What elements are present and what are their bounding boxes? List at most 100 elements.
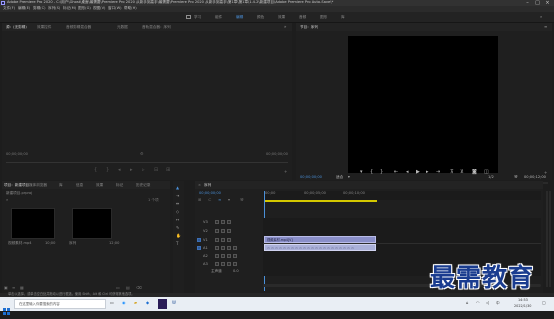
toggle-sync-lock-icon[interactable] (215, 254, 219, 258)
windows-start-icon[interactable] (3, 300, 10, 315)
workspace-effects[interactable]: 效果 (278, 15, 285, 20)
tab-metadata[interactable]: 元数据 (117, 25, 128, 30)
track-select-tool-icon[interactable]: ⇥ (176, 194, 179, 198)
workspace-color[interactable]: 颜色 (257, 15, 264, 20)
menu-clip[interactable]: 剪辑(C) (33, 7, 46, 11)
tab-sequence[interactable]: 序列 (204, 183, 211, 188)
program-timecode[interactable]: 00;00;00;00 (300, 175, 322, 180)
solo-icon[interactable] (227, 254, 231, 258)
video-clip[interactable]: 视频素材.mp4[V] (264, 236, 376, 243)
eye-icon[interactable] (227, 238, 231, 242)
volume-icon[interactable]: ◁ (486, 301, 489, 305)
source-patch-v1[interactable] (197, 238, 201, 242)
program-resolution-select[interactable]: 1/2 (488, 175, 494, 180)
tab-program[interactable]: 节目：序列 (300, 25, 318, 30)
search-icon[interactable]: ⌕ (540, 15, 542, 19)
add-marker-icon[interactable]: ▾ (360, 170, 363, 175)
source-settings-icon[interactable]: ⚙ (140, 152, 144, 156)
icon-view-icon[interactable]: ▦ (20, 286, 24, 290)
microphone-icon[interactable] (233, 254, 237, 258)
source-add-button-icon[interactable]: + (284, 170, 287, 174)
source-patch-a1[interactable] (197, 246, 201, 250)
master-track-value[interactable]: 0.0 (233, 269, 239, 274)
pen-tool-icon[interactable]: ✎ (176, 226, 179, 230)
network-icon[interactable]: ◠ (476, 301, 480, 305)
toggle-sync-lock-icon[interactable] (215, 246, 219, 250)
menu-markers[interactable]: 标记(M) (63, 7, 76, 11)
step-forward-icon[interactable]: ▹ (142, 168, 145, 173)
snap-icon[interactable]: ⊂ (208, 198, 211, 202)
toggle-sync-lock-icon[interactable] (215, 262, 219, 266)
tab-info[interactable]: 信息 (76, 183, 83, 188)
notification-icon[interactable]: ▢ (542, 301, 546, 305)
menu-edit[interactable]: 编辑(E) (18, 7, 30, 11)
taskbar-time[interactable]: 14:53 (518, 298, 528, 302)
word-icon[interactable]: W (172, 301, 176, 305)
export-frame-icon[interactable]: ◙ (472, 170, 477, 175)
task-view-icon[interactable]: ▭ (110, 301, 114, 305)
toggle-sync-lock-icon[interactable] (215, 220, 219, 224)
app-icon[interactable]: ◆ (146, 301, 149, 305)
home-icon[interactable] (186, 15, 191, 19)
project-item-thumbnail[interactable] (11, 208, 55, 239)
program-add-button-icon[interactable]: + (544, 171, 547, 175)
step-back-icon[interactable]: ◂ (118, 168, 121, 173)
toggle-output-icon[interactable] (221, 229, 225, 233)
insert-icon[interactable]: ⊟ (154, 168, 158, 173)
tab-markers[interactable]: 标记 (116, 183, 123, 188)
step-forward-program-icon[interactable]: ▸ (426, 170, 429, 175)
slip-tool-icon[interactable]: ↔ (176, 218, 179, 222)
program-menu-icon[interactable]: ≡ (544, 25, 547, 29)
taskbar-date[interactable]: 2022/1/30 (514, 304, 531, 308)
tab-history[interactable]: 历史记录 (136, 183, 150, 188)
razor-tool-icon[interactable]: ◇ (176, 210, 179, 214)
fit-chevron-icon[interactable]: ▾ (348, 175, 350, 180)
overwrite-icon[interactable]: ⊞ (166, 168, 170, 173)
solo-icon[interactable] (227, 246, 231, 250)
menu-help[interactable]: 帮助(H) (124, 7, 137, 11)
tab-source[interactable]: 源：(无剪辑) (6, 25, 27, 30)
go-to-in-icon[interactable]: ⇤ (394, 170, 398, 175)
search-project-icon[interactable]: ⌕ (6, 198, 8, 202)
panel-menu-icon[interactable]: » (284, 25, 286, 29)
step-back-program-icon[interactable]: ◂ (406, 170, 409, 175)
play-icon[interactable]: ▸ (130, 168, 133, 173)
type-tool-icon[interactable]: T (176, 242, 178, 246)
mute-icon[interactable] (221, 254, 225, 258)
workspace-graphics[interactable]: 图形 (320, 15, 327, 20)
timeline-timecode[interactable]: 00;00;00;00 (199, 191, 221, 196)
tab-audio-track-mixer[interactable]: 音轨混合器：序列 (142, 25, 171, 30)
timeline-settings-icon[interactable]: ⚒ (240, 198, 244, 202)
mark-in-icon[interactable]: { (94, 168, 97, 173)
file-explorer-icon[interactable]: ▰ (134, 301, 137, 305)
solo-icon[interactable] (227, 262, 231, 266)
tab-project[interactable]: 项目：新建项目 (4, 183, 29, 188)
eye-icon[interactable] (227, 229, 231, 233)
timeline-close-icon[interactable]: × (198, 183, 201, 188)
insert-sequence-icon[interactable]: ⊞ (198, 198, 201, 202)
tab-media-browser[interactable]: 媒体浏览器 (29, 183, 47, 188)
project-item-name[interactable]: 序列 (69, 241, 76, 246)
tab-audio-clip-mixer[interactable]: 音频剪辑混合器 (66, 25, 91, 30)
microphone-icon[interactable] (233, 246, 237, 250)
eye-icon[interactable] (227, 220, 231, 224)
workspace-editing[interactable]: 编辑 (236, 15, 243, 20)
premiere-taskbar-icon[interactable] (158, 299, 167, 309)
comparison-view-icon[interactable]: ◫ (484, 170, 489, 175)
workspace-assembly[interactable]: 组件 (215, 15, 222, 20)
extract-icon[interactable]: ⊻ (460, 170, 464, 175)
add-marker-timeline-icon[interactable]: ▾ (228, 198, 230, 202)
workspace-libraries[interactable]: 库 (341, 15, 345, 20)
selection-tool-icon[interactable]: ▲ (176, 186, 179, 190)
program-video-viewer[interactable] (348, 36, 498, 173)
work-area-bar[interactable] (265, 200, 377, 202)
tab-effect-controls[interactable]: 效果控件 (37, 25, 51, 30)
tab-effects[interactable]: 效果 (96, 183, 103, 188)
workspace-learning[interactable]: 学习 (194, 15, 201, 20)
toggle-output-icon[interactable] (221, 220, 225, 224)
ime-indicator[interactable]: 中 (496, 301, 500, 306)
ripple-edit-tool-icon[interactable]: ⇹ (176, 202, 179, 206)
edge-browser-icon[interactable]: ◉ (122, 301, 126, 305)
menu-view[interactable]: 视图(V) (93, 7, 105, 11)
toggle-sync-lock-icon[interactable] (215, 229, 219, 233)
